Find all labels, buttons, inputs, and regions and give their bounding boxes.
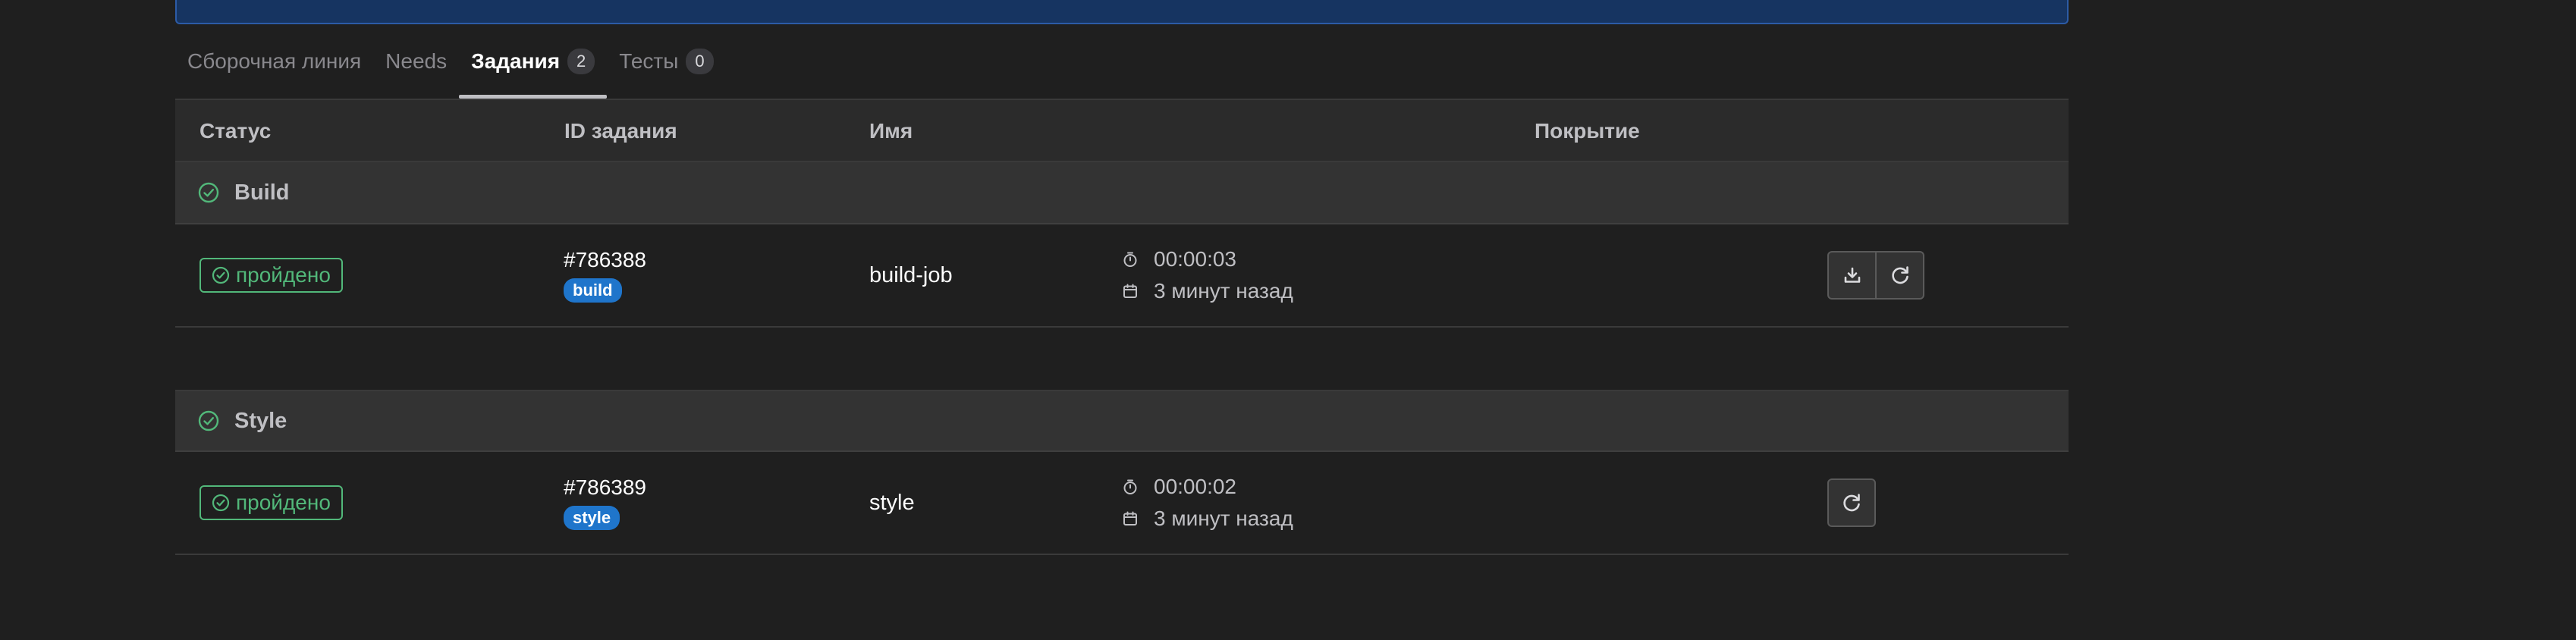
- header-job-id: ID задания: [564, 119, 677, 143]
- job-id-link[interactable]: #786389: [564, 475, 646, 500]
- jobs-table: Статус ID задания Имя Покрытие Build про…: [175, 99, 2069, 555]
- tab-label: Needs: [385, 49, 448, 73]
- timer-icon: [1122, 478, 1139, 495]
- tab-needs[interactable]: Needs: [385, 24, 447, 99]
- stage-group-name: Style: [234, 408, 287, 433]
- retry-button[interactable]: [1876, 251, 1924, 300]
- job-id-link[interactable]: #786388: [564, 248, 646, 272]
- calendar-icon: [1122, 510, 1139, 527]
- top-banner: [175, 0, 2069, 24]
- timer-icon: [1122, 251, 1139, 268]
- tab-label: Сборочная линия: [187, 49, 362, 73]
- retry-icon: [1891, 266, 1908, 284]
- table-header: Статус ID задания Имя Покрытие: [175, 99, 2069, 162]
- check-circle-icon: [212, 266, 230, 284]
- job-finished-time: 3 минут назад: [1154, 507, 1293, 530]
- tab-count-badge: 2: [567, 49, 595, 74]
- table-row: пройдено #786388 build build-job 00:00:0…: [175, 224, 2069, 328]
- jobs-page: Сборочная линия Needs Задания 2 Тесты 0 …: [175, 0, 2069, 555]
- check-circle-icon: [198, 410, 219, 431]
- job-name-link[interactable]: build-job: [869, 263, 953, 288]
- stage-group-header: Style: [175, 390, 2069, 452]
- job-duration: 00:00:03: [1154, 247, 1236, 271]
- download-artifacts-button[interactable]: [1827, 251, 1876, 300]
- tab-count-badge: 0: [686, 49, 714, 74]
- table-row: пройдено #786389 style style 00:00:02 3 …: [175, 452, 2069, 555]
- check-circle-icon: [198, 182, 219, 203]
- calendar-icon: [1122, 283, 1139, 300]
- stage-badge: build: [564, 278, 622, 303]
- job-finished-time: 3 минут назад: [1154, 279, 1293, 303]
- retry-button[interactable]: [1827, 478, 1876, 527]
- retry-icon: [1843, 494, 1860, 512]
- tab-jobs[interactable]: Задания 2: [459, 24, 608, 99]
- header-status: Статус: [199, 119, 272, 143]
- download-icon: [1844, 267, 1860, 283]
- tab-label: Задания: [471, 49, 561, 73]
- job-duration: 00:00:02: [1154, 475, 1236, 498]
- job-actions: [1827, 251, 1924, 300]
- status-label: пройдено: [236, 491, 331, 514]
- status-badge[interactable]: пройдено: [199, 485, 343, 520]
- header-coverage: Покрытие: [1535, 119, 1640, 143]
- status-badge[interactable]: пройдено: [199, 258, 343, 293]
- stage-group-name: Build: [234, 180, 290, 205]
- job-name-link[interactable]: style: [869, 491, 915, 516]
- status-label: пройдено: [236, 263, 331, 287]
- tab-pipeline[interactable]: Сборочная линия: [187, 24, 361, 99]
- pipeline-tabs: Сборочная линия Needs Задания 2 Тесты 0: [175, 24, 2069, 99]
- tab-tests[interactable]: Тесты 0: [619, 24, 714, 99]
- check-circle-icon: [212, 494, 230, 512]
- stage-badge: style: [564, 506, 620, 530]
- job-actions: [1827, 478, 1876, 527]
- header-name: Имя: [869, 119, 913, 143]
- stage-group-header: Build: [175, 162, 2069, 224]
- tab-label: Тесты: [619, 49, 679, 73]
